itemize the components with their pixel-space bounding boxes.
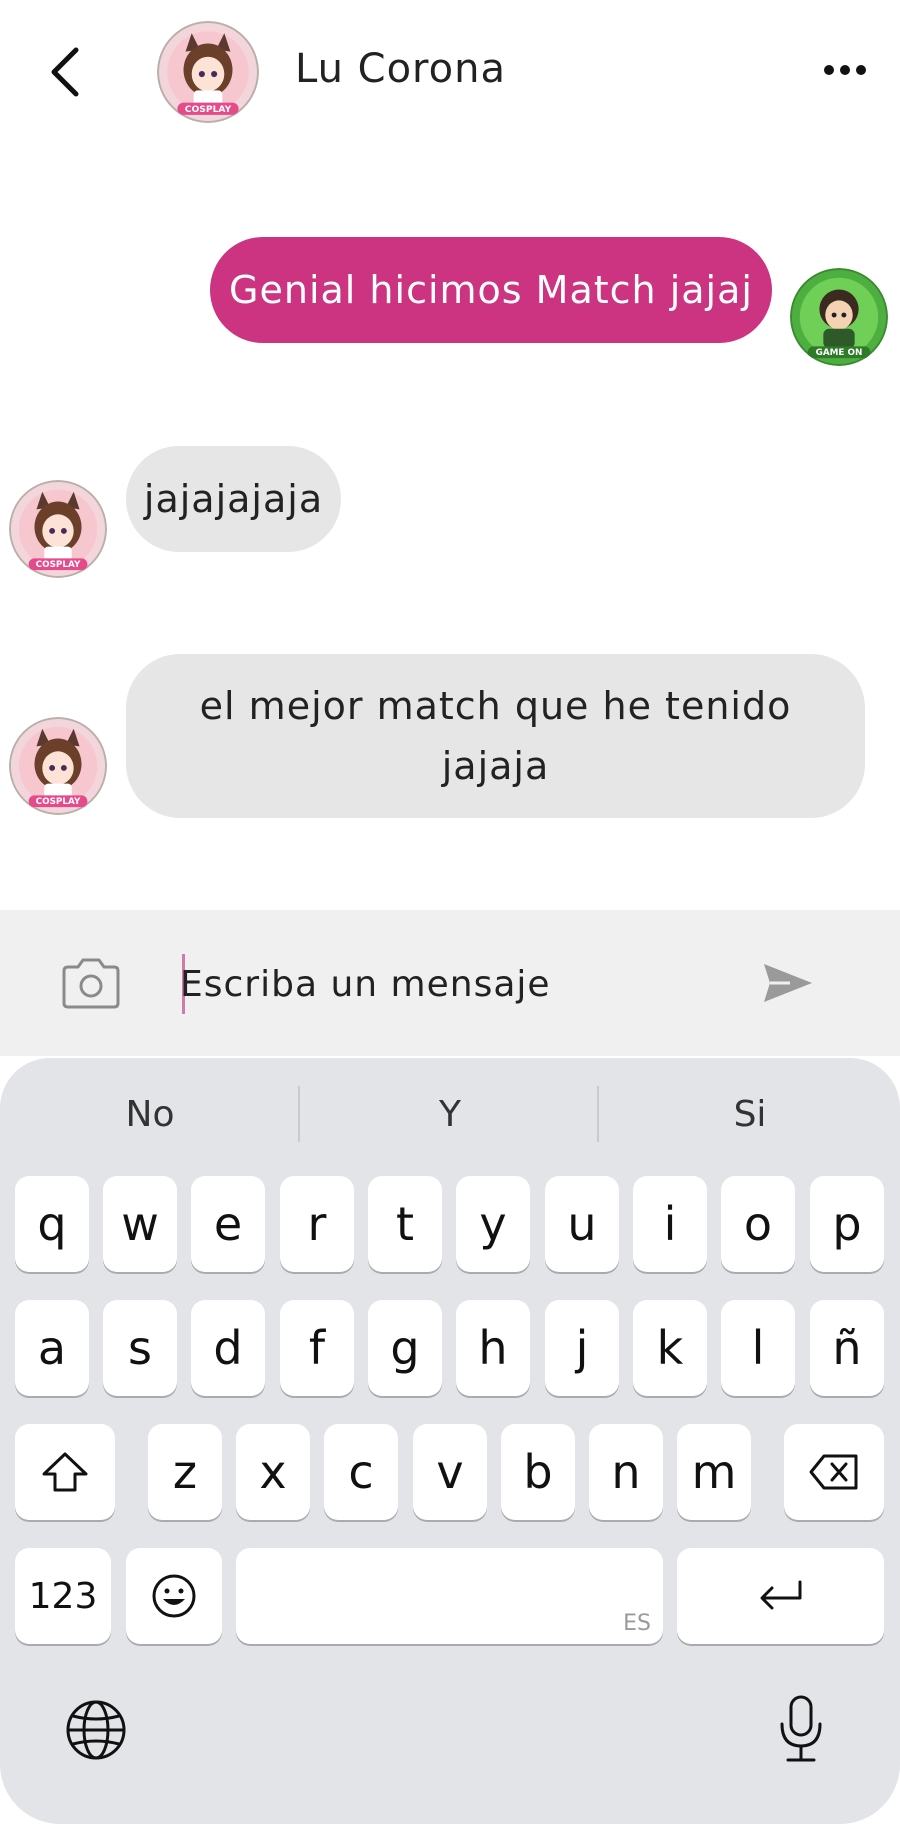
- back-button[interactable]: [40, 40, 90, 104]
- key-g[interactable]: g: [368, 1300, 442, 1396]
- key-s[interactable]: s: [103, 1300, 177, 1396]
- key-m[interactable]: m: [677, 1424, 751, 1520]
- globe-icon: [66, 1700, 126, 1760]
- key-w[interactable]: w: [103, 1176, 177, 1272]
- return-icon: [760, 1580, 801, 1610]
- message-bubble-received[interactable]: el mejor match que he tenido jajaja: [126, 654, 865, 818]
- key-f[interactable]: f: [280, 1300, 354, 1396]
- message-bubble-received[interactable]: jajajajaja: [126, 446, 341, 552]
- message-bubble-sent[interactable]: Genial hicimos Match jajaj: [210, 237, 772, 343]
- key-a[interactable]: a: [15, 1300, 89, 1396]
- suggestion-item[interactable]: Si: [600, 1078, 900, 1150]
- svg-text:COSPLAY: COSPLAY: [185, 104, 232, 115]
- key-v[interactable]: v: [413, 1424, 487, 1520]
- shift-key[interactable]: [15, 1424, 115, 1520]
- key-e[interactable]: e: [191, 1176, 265, 1272]
- svg-text:COSPLAY: COSPLAY: [36, 797, 81, 807]
- camera-icon: [62, 958, 120, 1009]
- message-input[interactable]: [180, 952, 740, 1016]
- key-o[interactable]: o: [721, 1176, 795, 1272]
- key-i[interactable]: i: [633, 1176, 707, 1272]
- emoji-key[interactable]: [126, 1548, 222, 1644]
- suggestion-divider: [298, 1086, 300, 1142]
- key-enye[interactable]: ñ: [810, 1300, 884, 1396]
- virtual-keyboard: No Y Si q w e r t y u i o p a s d f g h …: [0, 1058, 900, 1824]
- contact-name[interactable]: Lu Corona: [295, 46, 506, 92]
- suggestion-item[interactable]: No: [0, 1078, 300, 1150]
- key-n[interactable]: n: [589, 1424, 663, 1520]
- numbers-key[interactable]: 123: [15, 1548, 111, 1644]
- emoji-icon: [152, 1574, 196, 1618]
- more-options-button[interactable]: [815, 50, 875, 90]
- contact-avatar[interactable]: COSPLAY: [157, 21, 259, 123]
- key-q[interactable]: q: [15, 1176, 89, 1272]
- contact-message-avatar[interactable]: COSPLAY: [9, 717, 107, 815]
- space-language-label: ES: [623, 1611, 651, 1636]
- suggestion-divider: [597, 1086, 599, 1142]
- message-composer: [0, 910, 900, 1056]
- key-d[interactable]: d: [191, 1300, 265, 1396]
- backspace-icon: [809, 1454, 858, 1490]
- key-r[interactable]: r: [280, 1176, 354, 1272]
- return-key[interactable]: [677, 1548, 884, 1644]
- key-h[interactable]: h: [456, 1300, 530, 1396]
- suggestion-item[interactable]: Y: [300, 1078, 600, 1150]
- key-c[interactable]: c: [324, 1424, 398, 1520]
- svg-text:GAME ON: GAME ON: [816, 348, 863, 358]
- microphone-icon: [780, 1695, 822, 1762]
- key-t[interactable]: t: [368, 1176, 442, 1272]
- my-avatar: GAME ON: [790, 268, 888, 366]
- camera-button[interactable]: [60, 955, 122, 1011]
- svg-text:COSPLAY: COSPLAY: [36, 560, 81, 570]
- space-key[interactable]: ES: [236, 1548, 663, 1644]
- send-icon: [764, 964, 812, 1002]
- key-b[interactable]: b: [501, 1424, 575, 1520]
- globe-button[interactable]: [64, 1698, 128, 1762]
- key-k[interactable]: k: [633, 1300, 707, 1396]
- chevron-left-icon: [51, 47, 79, 97]
- contact-message-avatar[interactable]: COSPLAY: [9, 480, 107, 578]
- key-y[interactable]: y: [456, 1176, 530, 1272]
- key-z[interactable]: z: [148, 1424, 222, 1520]
- more-horizontal-icon: [824, 65, 866, 75]
- key-j[interactable]: j: [545, 1300, 619, 1396]
- key-x[interactable]: x: [236, 1424, 310, 1520]
- backspace-key[interactable]: [784, 1424, 884, 1520]
- key-l[interactable]: l: [721, 1300, 795, 1396]
- send-button[interactable]: [760, 960, 820, 1010]
- chat-header: COSPLAY Lu Corona: [0, 0, 900, 145]
- key-p[interactable]: p: [810, 1176, 884, 1272]
- suggestion-bar: No Y Si: [0, 1078, 900, 1150]
- shift-icon: [42, 1452, 88, 1492]
- dictation-button[interactable]: [776, 1694, 826, 1764]
- key-u[interactable]: u: [545, 1176, 619, 1272]
